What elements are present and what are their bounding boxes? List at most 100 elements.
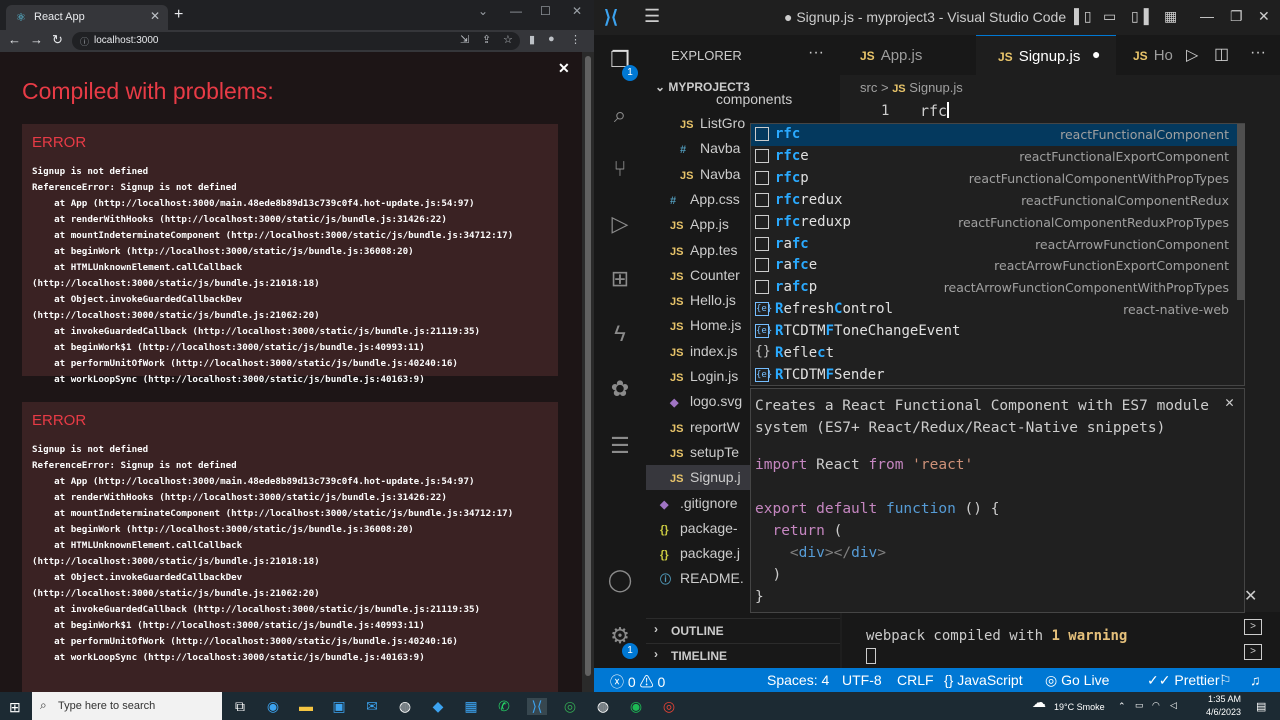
suggestion-item[interactable]: rfc reactFunctionalComponent (751, 124, 1237, 146)
suggestion-item[interactable]: rafcp reactArrowFunctionComponentWithProp… (751, 277, 1237, 299)
minimize-icon[interactable]: — (1200, 8, 1214, 24)
feedback-icon[interactable]: ⚐ (1219, 672, 1232, 689)
breadcrumb-file[interactable]: Signup.js (909, 80, 962, 95)
vscode-taskbar-icon[interactable]: ⟩⟨ (527, 698, 547, 715)
suggestion-item[interactable]: rfcreduxp reactFunctionalComponentReduxPr… (751, 212, 1237, 234)
toggle-panel-icon[interactable]: ▭ (1103, 8, 1116, 25)
wifi-icon[interactable]: ◠ (1152, 700, 1160, 711)
suggestion-item[interactable]: rafce reactArrowFunctionExportComponent (751, 255, 1237, 277)
tab-close-icon[interactable]: ✕ (150, 9, 160, 23)
suggestion-item[interactable]: rfcredux reactFunctionalComponentRedux (751, 190, 1237, 212)
toggle-sidebar-icon[interactable]: ▌▯ (1074, 8, 1092, 25)
weather-icon[interactable]: ☁ (1032, 694, 1046, 711)
back-icon[interactable]: ← (8, 32, 21, 47)
terminal-instance-icon[interactable]: > (1244, 619, 1262, 635)
task-view-icon[interactable]: ⧉ (230, 698, 250, 715)
close-window-icon[interactable]: ✕ (572, 4, 582, 18)
unsaved-dot-icon[interactable]: ● (1092, 46, 1100, 62)
search-icon[interactable]: ⌕ (606, 102, 634, 128)
suggestion-item[interactable]: rafc reactArrowFunctionComponent (751, 234, 1237, 256)
encoding-status[interactable]: UTF-8 (842, 672, 882, 688)
site-info-icon[interactable]: ⓘ (80, 35, 89, 48)
overlay-close-icon[interactable]: ✕ (558, 60, 570, 77)
windows-start-icon[interactable]: ⊞ (9, 699, 21, 716)
menu-hamburger-icon[interactable]: ☰ (644, 6, 660, 27)
steam-icon[interactable]: ◍ (395, 698, 415, 715)
close-panel-icon[interactable]: ✕ (1244, 586, 1257, 606)
app-icon[interactable]: ◆ (428, 698, 448, 715)
close-window-icon[interactable]: ✕ (1258, 8, 1270, 25)
whatsapp-icon[interactable]: ✆ (494, 698, 514, 715)
suggestion-item[interactable]: rfce reactFunctionalExportComponent (751, 146, 1237, 168)
weather-text[interactable]: 19°C Smoke (1054, 702, 1105, 712)
extensions-icon[interactable]: ⊞ (606, 266, 634, 292)
terminal-panel[interactable]: webpack compiled with 1 warning (842, 612, 1280, 668)
minimize-icon[interactable]: — (510, 4, 522, 18)
network-icon[interactable]: ▭ (1135, 700, 1144, 711)
more-actions-icon[interactable]: ··· (808, 44, 824, 62)
accounts-icon[interactable]: ◯ (606, 567, 634, 593)
chrome-icon[interactable]: ◎ (659, 698, 679, 715)
code-line[interactable]: rfc (920, 102, 950, 120)
prettier-status[interactable]: ✓✓ Prettier (1147, 672, 1219, 689)
volume-icon[interactable]: ◁ (1170, 700, 1177, 711)
breadcrumb[interactable]: src > JS Signup.js (860, 80, 963, 95)
more-actions-icon[interactable]: ··· (1250, 44, 1266, 62)
bookmark-star-icon[interactable]: ☆ (503, 33, 513, 46)
profile-avatar-icon[interactable]: ● (548, 33, 555, 45)
tree-item[interactable]: components (646, 87, 840, 112)
edge-icon[interactable]: ◉ (263, 698, 283, 715)
outline-section[interactable]: › OUTLINE (646, 618, 840, 642)
breadcrumb-folder[interactable]: src (860, 80, 877, 95)
side-panel-icon[interactable]: ▮ (529, 33, 535, 46)
remote-lightning-icon[interactable]: ϟ (606, 321, 634, 347)
eol-status[interactable]: CRLF (897, 672, 934, 688)
suggestion-item[interactable]: {} Reflect (751, 343, 1237, 365)
suggest-scrollbar[interactable] (1237, 124, 1245, 300)
tab-search-icon[interactable]: ⌄ (478, 4, 488, 18)
install-icon[interactable]: ⇲ (460, 33, 469, 46)
split-editor-icon[interactable]: ◫ (1214, 44, 1229, 64)
chrome-icon[interactable]: ◎ (560, 698, 580, 715)
notifications-bell-icon[interactable]: ♫ (1250, 672, 1261, 688)
go-live-button[interactable]: ◎ Go Live (1045, 672, 1109, 689)
tab-home-js[interactable]: JS Ho (1117, 35, 1177, 75)
restore-icon[interactable]: ❐ (1230, 8, 1243, 25)
app-icon[interactable]: ▦ (461, 698, 481, 715)
chrome-menu-icon[interactable]: ⋮ (570, 33, 581, 46)
maximize-icon[interactable]: ☐ (540, 4, 551, 18)
terminal-instance-icon[interactable]: > (1244, 644, 1262, 660)
run-icon[interactable]: ▷ (1186, 45, 1198, 65)
suggestion-item[interactable]: {e} RTCDTMFToneChangeEvent (751, 321, 1237, 343)
spotify-icon[interactable]: ◉ (626, 698, 646, 715)
suggestion-item[interactable]: {e} RTCDTMFSender (751, 365, 1237, 387)
run-debug-icon[interactable]: ▷ (606, 211, 634, 237)
tray-chevron-icon[interactable]: ⌃ (1118, 701, 1126, 712)
toggle-secondary-sidebar-icon[interactable]: ▯▐ (1131, 8, 1149, 25)
page-scrollbar[interactable] (582, 52, 594, 692)
timeline-list-icon[interactable]: ☰ (606, 433, 634, 459)
address-bar[interactable]: ⓘ localhost:3000 (72, 32, 520, 50)
source-control-icon[interactable]: ⑂ (606, 156, 634, 182)
suggestion-item[interactable]: rfcp reactFunctionalComponentWithPropType… (751, 168, 1237, 190)
language-status[interactable]: {} JavaScript (944, 672, 1023, 688)
customize-layout-icon[interactable]: ▦ (1164, 8, 1177, 25)
store-icon[interactable]: ▣ (329, 698, 349, 715)
clock-time[interactable]: 1:35 AM (1208, 694, 1241, 704)
mail-icon[interactable]: ✉ (362, 698, 382, 715)
taskbar-search[interactable]: ⌕ Type here to search (32, 692, 222, 720)
browser-tab[interactable]: ⚛ React App ✕ (6, 5, 168, 30)
timeline-section[interactable]: › TIMELINE (646, 643, 840, 667)
problems-status[interactable]: ⓧ 0 ⚠ 0 (610, 672, 665, 692)
tab-signup-js[interactable]: JS Signup.js ● (976, 35, 1116, 75)
share-icon[interactable]: ⇪ (482, 33, 491, 46)
file-explorer-icon[interactable]: ▬ (296, 698, 316, 714)
openai-icon[interactable]: ✿ (606, 376, 634, 402)
tab-app-js[interactable]: JS App.js (840, 35, 975, 75)
clock-date[interactable]: 4/6/2023 (1206, 707, 1241, 717)
scrollbar-thumb[interactable] (585, 56, 591, 676)
forward-icon[interactable]: → (30, 32, 43, 47)
suggestion-item[interactable]: {e} RefreshControl react-native-web (751, 299, 1237, 321)
close-details-icon[interactable]: ✕ (1225, 393, 1234, 411)
reload-icon[interactable]: ↻ (52, 32, 63, 48)
